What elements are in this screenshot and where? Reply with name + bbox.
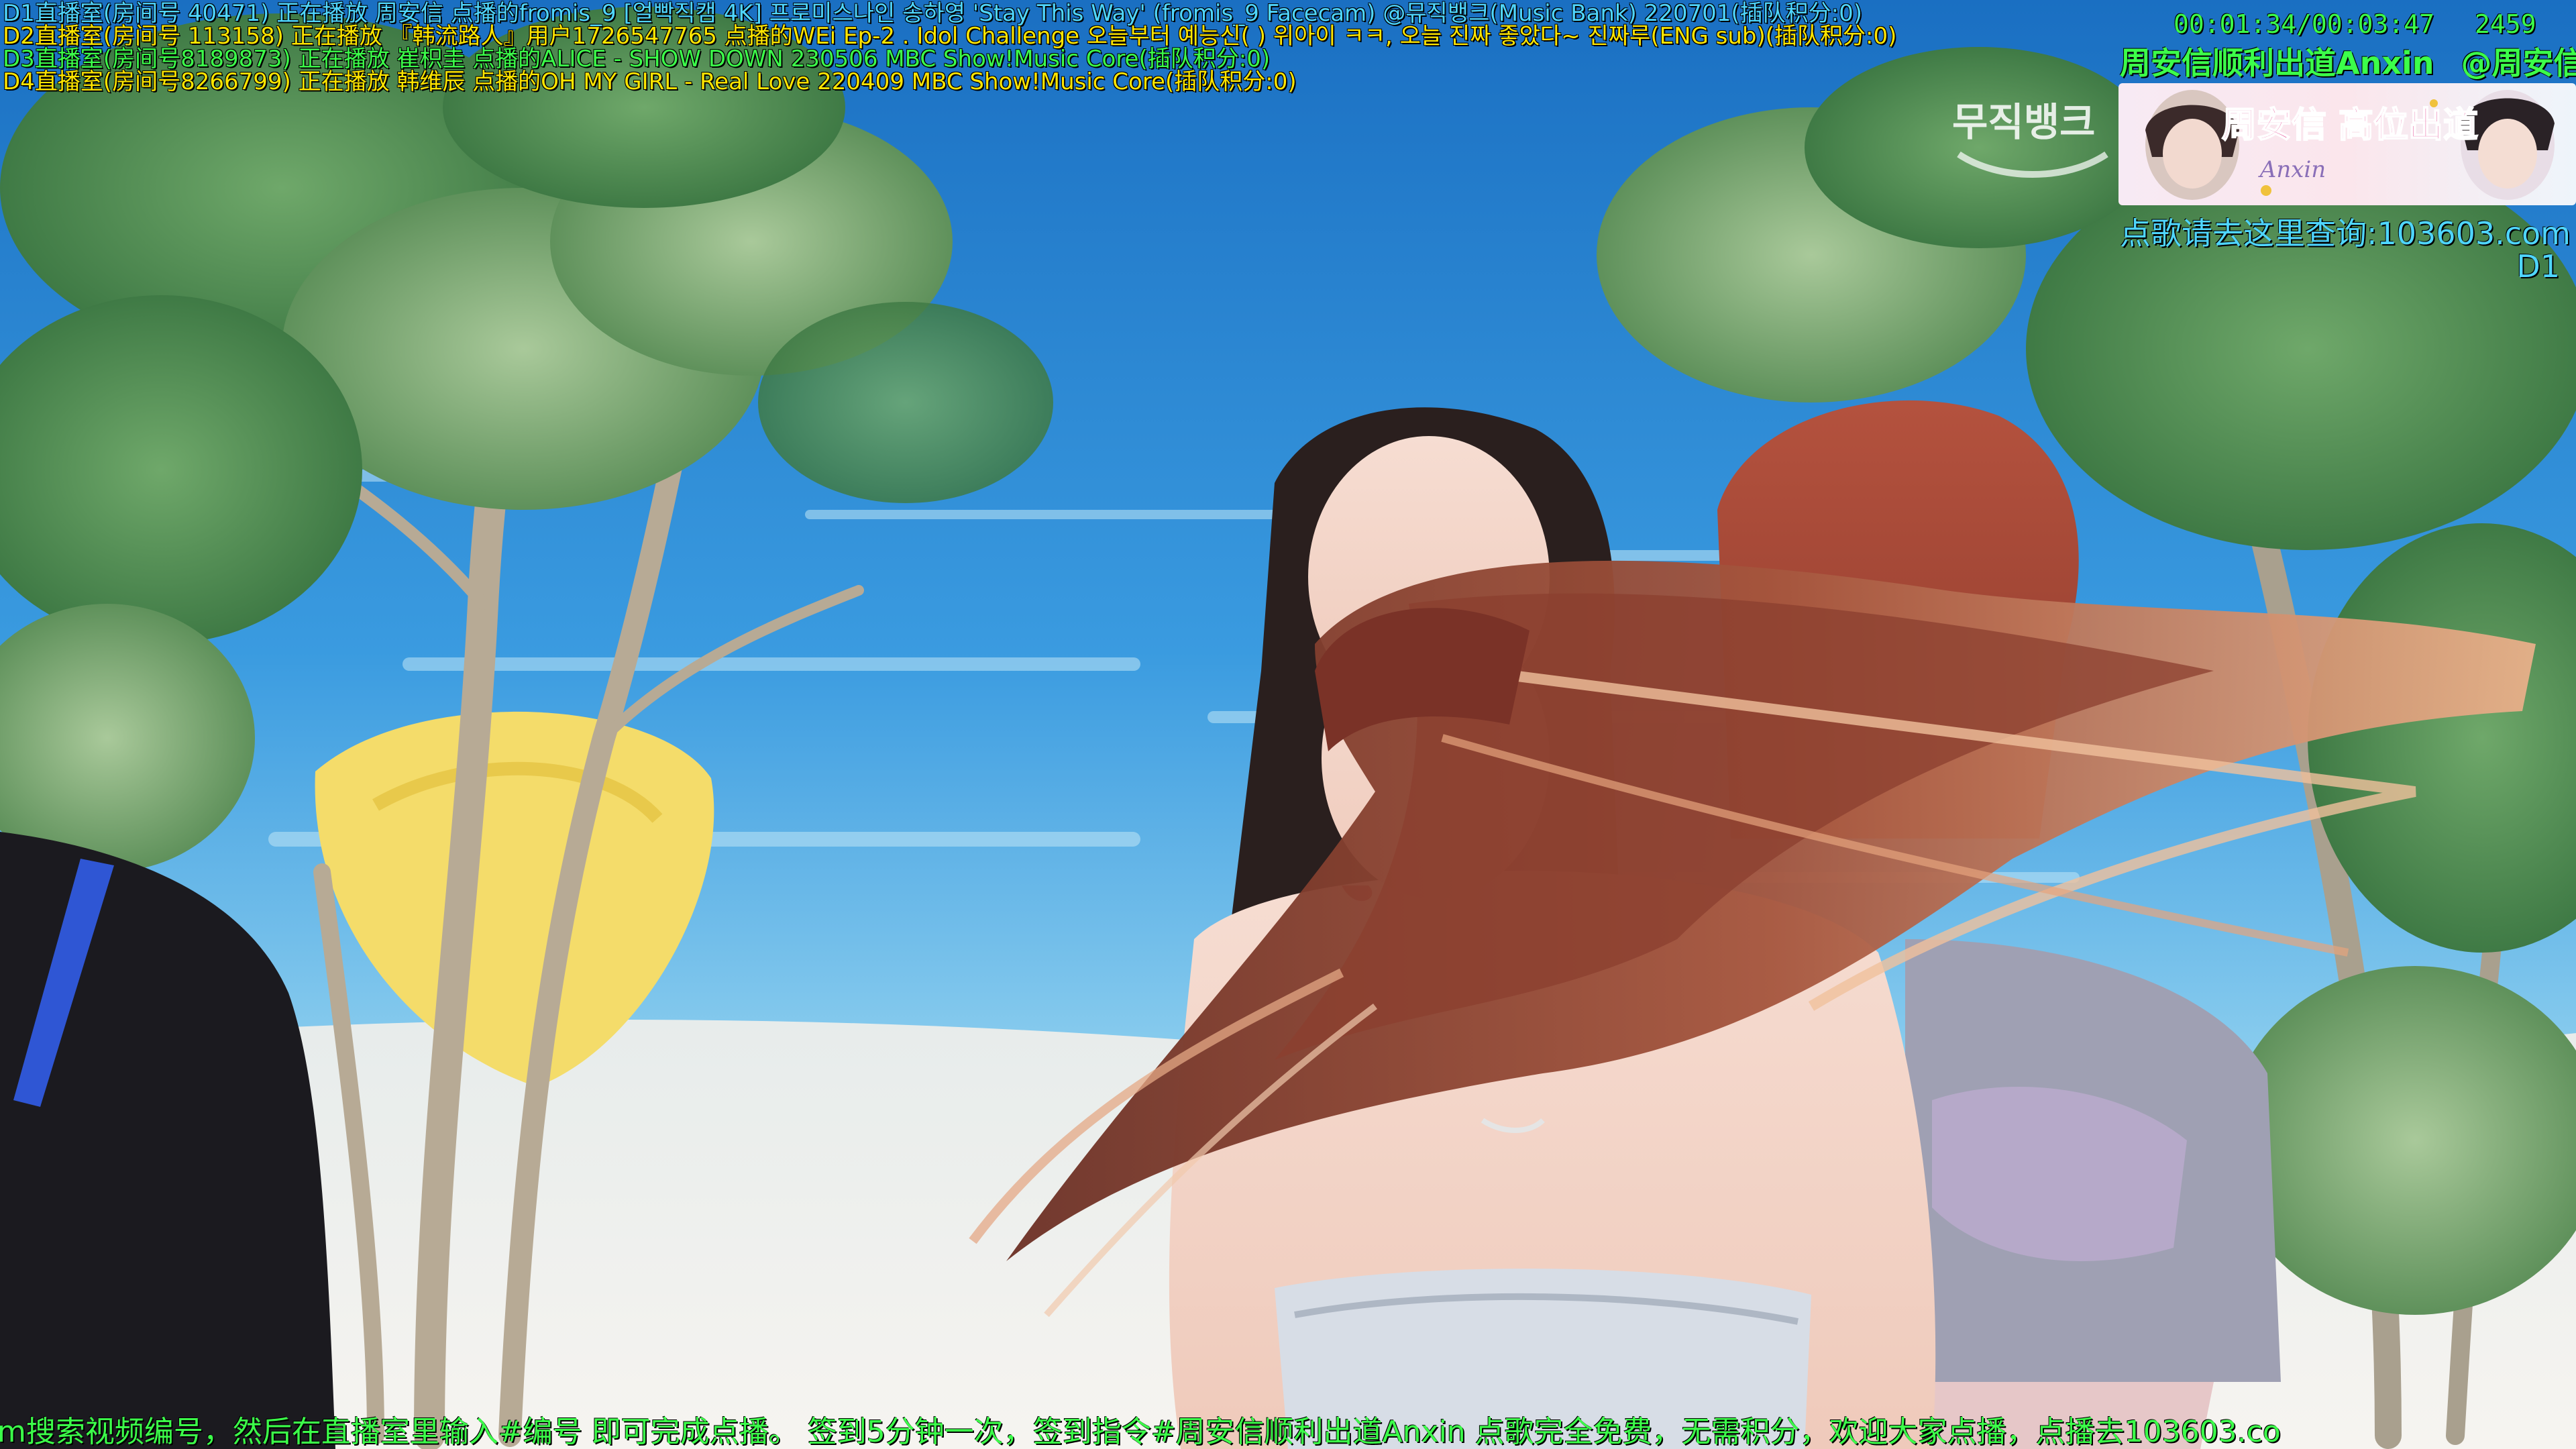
- room-tag: D1: [2516, 248, 2560, 284]
- bottom-ticker-text: m搜索视频编号，然后在直播室里输入#编号 即可完成点播。 签到5分钟一次，签到指…: [0, 1415, 2281, 1449]
- video-player[interactable]: 무직뱅크 D1直播室(房间号 40471) 正在播放 周安信 点播的fromis…: [0, 0, 2576, 1449]
- cheer-text: 周安信顺利出道Anxin: [2120, 45, 2434, 81]
- program-logo: 무직뱅크: [1952, 99, 2108, 178]
- streamer-handle: @周安信: [2461, 45, 2576, 81]
- banner-subtitle: Anxin: [2258, 156, 2326, 183]
- playlist-line-d4: D4直播室(房间号8266799) 正在播放 韩维辰 点播的OH MY GIRL…: [3, 68, 1297, 95]
- total-duration: 00:03:47: [2311, 9, 2434, 39]
- time-separator: /: [2296, 9, 2312, 39]
- song-query-link[interactable]: 点歌请去这里查询:103603.com: [2120, 209, 2571, 254]
- banner-title: 周安信 高位出道: [2222, 105, 2478, 146]
- elapsed-time: 00:01:34: [2174, 9, 2297, 39]
- bottom-ticker: m搜索视频编号，然后在直播室里输入#编号 即可完成点播。 签到5分钟一次，签到指…: [0, 1414, 2576, 1449]
- program-logo-text: 무직뱅크: [1952, 99, 2095, 145]
- streamer-banner: 周安信 高位出道 Anxin: [2118, 83, 2576, 205]
- playback-timecode: 00:01:34/00:03:47 2459: [2174, 9, 2536, 39]
- streamer-cheer-line: 周安信顺利出道Anxin @周安信: [2120, 39, 2576, 83]
- viewer-count: 2459: [2474, 9, 2536, 39]
